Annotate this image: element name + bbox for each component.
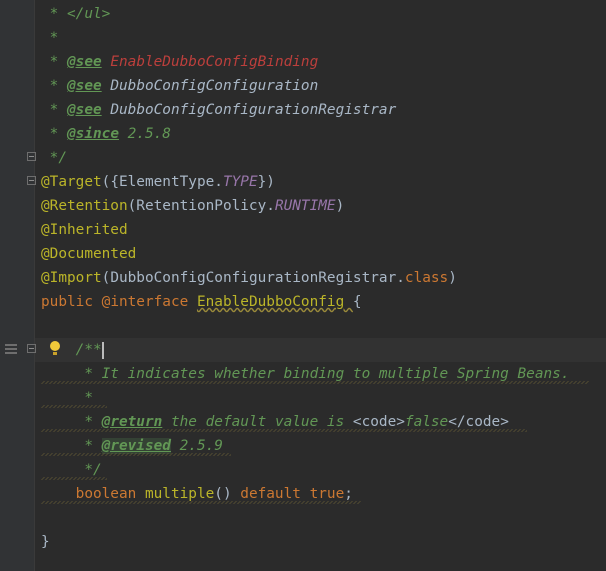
code-token: (RetentionPolicy.	[127, 198, 275, 214]
fold-marker-icon[interactable]	[27, 176, 36, 185]
code-line[interactable]: * @since 2.5.8	[35, 122, 606, 146]
code-line-content: @Documented	[41, 242, 136, 266]
code-line[interactable]: * @see DubboConfigConfigurationRegistrar	[35, 98, 606, 122]
code-line-content: public @interface EnableDubboConfig {	[41, 290, 362, 314]
code-token: * It indicates whether binding to multip…	[41, 366, 570, 382]
code-line[interactable]: public @interface EnableDubboConfig {	[35, 290, 606, 314]
code-line-content: * @since 2.5.8	[41, 122, 171, 146]
code-token: @revised	[101, 438, 171, 454]
structure-lines-icon[interactable]	[5, 342, 17, 354]
code-editor[interactable]: * </ul> * * @see EnableDubboConfigBindin…	[35, 0, 606, 571]
code-token: @Import	[41, 270, 102, 286]
code-token: @see	[67, 102, 102, 118]
code-token: *	[41, 438, 102, 454]
code-token: 2.5.8	[118, 126, 171, 142]
code-token: @Target	[41, 174, 102, 190]
code-token: )	[448, 270, 457, 286]
code-token: @see	[67, 54, 102, 70]
warning-underline	[41, 501, 361, 504]
code-token: */	[41, 462, 102, 478]
code-token: EnableDubboConfig	[196, 294, 353, 310]
code-token: default	[240, 486, 310, 502]
code-token: *	[41, 78, 67, 94]
code-token: ({ElementType.	[101, 174, 223, 190]
code-token: DubboConfigConfigurationRegistrar	[110, 102, 397, 118]
code-line[interactable]: * @see EnableDubboConfigBinding	[35, 50, 606, 74]
code-token: multiple	[144, 486, 215, 502]
code-token: @Inherited	[41, 222, 128, 238]
code-token: *	[41, 54, 67, 70]
intention-bulb-icon[interactable]	[50, 341, 60, 355]
code-line-content: }	[41, 530, 50, 554]
text-cursor	[101, 341, 104, 359]
code-token: @Documented	[41, 246, 137, 262]
code-token: EnableDubboConfigBinding	[110, 54, 319, 70]
code-line[interactable]: /**	[35, 338, 606, 362]
code-line[interactable]: }	[35, 530, 606, 554]
code-token: true	[309, 486, 345, 502]
code-line-content: * </ul>	[41, 2, 111, 26]
code-token: ()	[214, 486, 241, 502]
code-token: })	[257, 174, 275, 190]
code-token: @return	[101, 414, 163, 430]
code-token: <code>	[352, 414, 405, 430]
code-token: *	[41, 414, 102, 430]
warning-underline	[41, 405, 107, 408]
code-token: )	[335, 198, 345, 214]
code-token: @Retention	[41, 198, 128, 214]
code-token: boolean	[41, 486, 145, 502]
code-line[interactable]: */	[35, 458, 606, 482]
warning-underline	[41, 429, 527, 432]
code-line[interactable]	[35, 506, 606, 530]
warning-underline	[41, 381, 589, 384]
code-line-content: * @see DubboConfigConfigurationRegistrar	[41, 98, 397, 122]
code-line-content: @Inherited	[41, 218, 128, 242]
editor-gutter[interactable]	[0, 0, 35, 571]
code-token: DubboConfigConfiguration	[110, 78, 319, 94]
code-line[interactable]: @Import(DubboConfigConfigurationRegistra…	[35, 266, 606, 290]
code-line-content: @Retention(RetentionPolicy.RUNTIME)	[41, 194, 344, 218]
code-line[interactable]: @Inherited	[35, 218, 606, 242]
code-line-content: * @see EnableDubboConfigBinding	[41, 50, 319, 74]
code-token: public	[41, 294, 102, 310]
code-token: class	[404, 270, 449, 286]
fold-marker-icon[interactable]	[27, 152, 36, 161]
code-line-content: @Target({ElementType.TYPE})	[41, 170, 275, 194]
warning-underline	[41, 453, 231, 456]
code-token: @since	[67, 126, 119, 142]
code-token: @see	[67, 78, 102, 94]
code-token: * </ul>	[41, 6, 111, 22]
warning-underline	[41, 477, 107, 480]
code-line[interactable]: @Target({ElementType.TYPE})	[35, 170, 606, 194]
code-token: ;	[344, 486, 353, 502]
fold-marker-icon[interactable]	[27, 344, 36, 353]
code-token: TYPE	[222, 174, 258, 190]
code-token: </code>	[448, 414, 509, 430]
code-token: the default value is	[162, 414, 353, 430]
code-token: {	[352, 294, 362, 310]
code-line[interactable]: * @see DubboConfigConfiguration	[35, 74, 606, 98]
code-line-content: */	[41, 146, 67, 170]
code-line-content: @Import(DubboConfigConfigurationRegistra…	[41, 266, 457, 290]
code-line-content: *	[41, 26, 59, 50]
code-token: *	[41, 390, 93, 406]
code-line[interactable]: @Retention(RetentionPolicy.RUNTIME)	[35, 194, 606, 218]
code-line[interactable]: *	[35, 26, 606, 50]
code-token: @interface	[101, 294, 197, 310]
code-line[interactable]: * </ul>	[35, 2, 606, 26]
code-token: *	[41, 126, 67, 142]
code-token: *	[41, 30, 59, 46]
code-token: 2.5.9	[170, 438, 223, 454]
code-line[interactable]: *	[35, 386, 606, 410]
code-token: (DubboConfigConfigurationRegistrar.	[101, 270, 405, 286]
code-token: }	[41, 534, 50, 550]
code-token: */	[41, 150, 67, 166]
code-token: *	[41, 102, 67, 118]
code-token: false	[404, 414, 449, 430]
code-token: RUNTIME	[274, 198, 336, 214]
code-line[interactable]: */	[35, 146, 606, 170]
code-line[interactable]	[35, 314, 606, 338]
code-line-content: * @see DubboConfigConfiguration	[41, 74, 319, 98]
code-line[interactable]: @Documented	[35, 242, 606, 266]
